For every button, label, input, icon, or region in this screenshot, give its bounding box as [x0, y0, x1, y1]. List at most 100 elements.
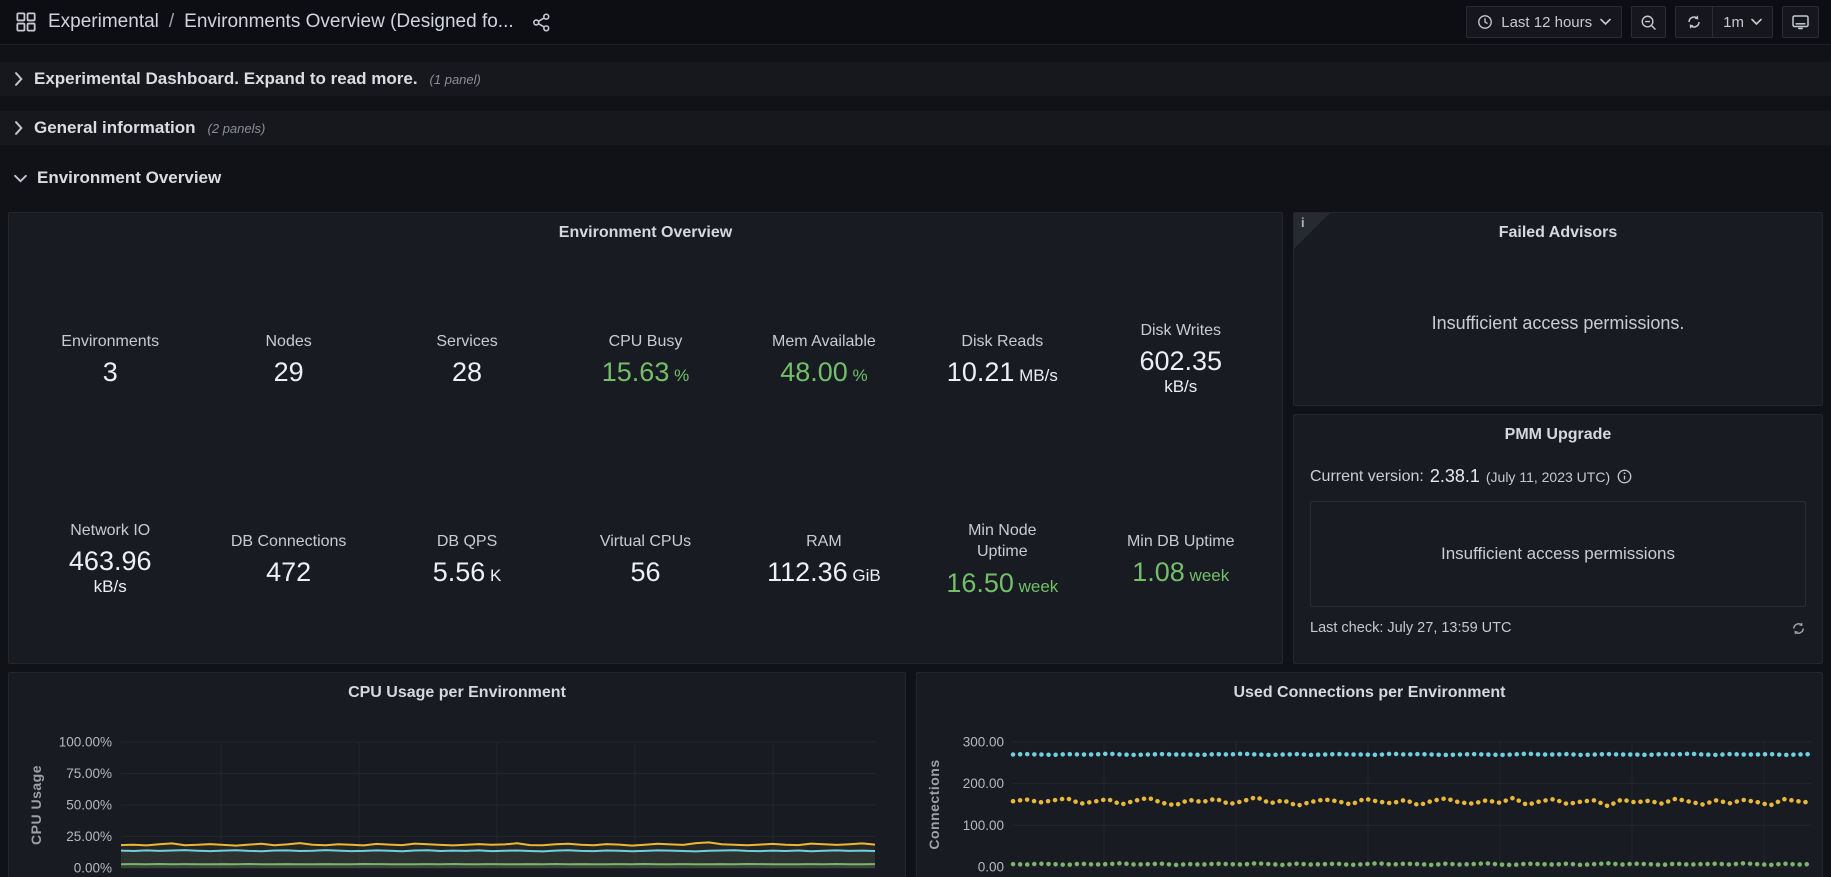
- refresh-icon: [1686, 14, 1702, 30]
- stat-label: Mem Available: [772, 331, 876, 353]
- stat-value: 112.36 GiB: [767, 557, 881, 587]
- row-title: General information: [34, 118, 196, 138]
- stat-value: 5.56 K: [433, 557, 502, 587]
- pmm-upgrade-message: Insufficient access permissions: [1441, 544, 1675, 564]
- monitor-kiosk-icon: [1791, 13, 1810, 31]
- stat-label: Virtual CPUs: [600, 531, 691, 553]
- used-connections-per-environment-panel: Used Connections per Environment 0.00 100…: [916, 672, 1823, 877]
- stat-network-io: Network IO463.96kB/s: [21, 499, 199, 619]
- version-number: 2.38.1: [1430, 466, 1480, 487]
- chevron-down-icon: [14, 174, 27, 183]
- sync-icon[interactable]: [1791, 621, 1806, 636]
- pmm-upgrade-footer: Last check: July 27, 13:59 UTC: [1310, 620, 1806, 636]
- used-connections-per-environment-plot[interactable]: 0.00100.00200.00300.00Connections: [917, 709, 1822, 877]
- stat-mem-available: Mem Available 48.00 %: [735, 299, 913, 419]
- stat-value: 602.35kB/s: [1139, 346, 1222, 398]
- failed-advisors-panel: i Failed Advisors Insufficient access pe…: [1293, 212, 1823, 406]
- version-label: Current version:: [1310, 468, 1424, 486]
- stat-min-db-uptime: Min DB Uptime 1.08 week: [1092, 499, 1270, 619]
- stat-ram: RAM 112.36 GiB: [735, 499, 913, 619]
- series-line-yellow-env: [121, 842, 875, 845]
- row-panel-count: (1 panel): [430, 72, 481, 87]
- cpu-usage-per-environment-panel: CPU Usage per Environment 0.00%25.00%50.…: [8, 672, 906, 877]
- panel-info-corner-icon[interactable]: i: [1294, 213, 1330, 249]
- dashboard-toolbar: Last 12 hours 1m: [1466, 6, 1819, 38]
- panel-title[interactable]: Failed Advisors: [1294, 213, 1822, 242]
- last-check-label: Last check: July 27, 13:59 UTC: [1310, 620, 1512, 636]
- refresh-interval-label: 1m: [1723, 14, 1744, 31]
- series-line-light-blue-env: [121, 850, 875, 851]
- breadcrumb-separator: /: [169, 11, 174, 33]
- failed-advisors-message: Insufficient access permissions.: [1294, 242, 1822, 405]
- series-points-green-env: [1013, 863, 1811, 865]
- kiosk-mode-button[interactable]: [1782, 6, 1819, 38]
- time-range-label: Last 12 hours: [1501, 14, 1592, 31]
- stat-value: 463.96kB/s: [69, 546, 152, 598]
- y-axis-tick-label: 0.00: [978, 860, 1004, 875]
- stat-disk-writes: Disk Writes 602.35kB/s: [1092, 299, 1270, 419]
- row-title: Experimental Dashboard. Expand to read m…: [34, 69, 418, 89]
- row-experimental-dashboard[interactable]: Experimental Dashboard. Expand to read m…: [0, 62, 1831, 96]
- share-alt-icon[interactable]: [528, 8, 556, 36]
- stat-services: Services28: [378, 299, 556, 419]
- chevron-right-icon: [14, 121, 24, 135]
- pmm-upgrade-message-box: Insufficient access permissions: [1310, 501, 1806, 607]
- apps-grid-icon[interactable]: [12, 8, 40, 36]
- stat-label: DB QPS: [437, 531, 497, 553]
- stat-value: 15.63 %: [602, 357, 689, 387]
- breadcrumb: Experimental / Environments Overview (De…: [48, 11, 514, 33]
- stats-row-2: Network IO463.96kB/sDB Connections472DB …: [21, 499, 1270, 619]
- stat-label: CPU Busy: [609, 331, 683, 353]
- refresh-interval-dropdown[interactable]: 1m: [1712, 7, 1772, 37]
- zoom-out-icon: [1640, 14, 1657, 31]
- breadcrumb-folder[interactable]: Experimental: [48, 11, 159, 33]
- environment-overview-panel: Environment Overview Environments3 Nodes 2…: [8, 212, 1283, 664]
- stat-nodes: Nodes 29: [199, 299, 377, 419]
- y-axis-tick-label: 200.00: [963, 776, 1004, 791]
- stat-label: Services: [436, 331, 497, 353]
- stat-value: 1.08 week: [1132, 557, 1229, 587]
- stat-label: Disk Writes: [1140, 320, 1221, 342]
- stat-value: 10.21 MB/s: [947, 357, 1058, 387]
- panel-title[interactable]: PMM Upgrade: [1310, 415, 1806, 444]
- zoom-out-button[interactable]: [1631, 6, 1666, 38]
- row-panel-count: (2 panels): [208, 121, 266, 136]
- row-environment-overview[interactable]: Environment Overview: [14, 164, 221, 192]
- y-axis-tick-label: 50.00%: [66, 798, 112, 813]
- stat-disk-reads: Disk Reads 10.21 MB/s: [913, 299, 1091, 419]
- row-general-information[interactable]: General information (2 panels): [0, 111, 1831, 145]
- stat-label: RAM: [806, 531, 842, 553]
- grafana-dashboard: { "navbar": { "breadcrumb_root": "Experi…: [0, 0, 1831, 877]
- stat-label: Min DB Uptime: [1127, 531, 1235, 553]
- clock-icon: [1477, 14, 1493, 30]
- y-axis-tick-label: 100.00: [963, 818, 1004, 833]
- panel-title[interactable]: Environment Overview: [9, 213, 1282, 242]
- time-range-picker[interactable]: Last 12 hours: [1466, 6, 1622, 38]
- breadcrumb-dashboard-title[interactable]: Environments Overview (Designed fo...: [184, 11, 513, 33]
- cpu-usage-per-environment-plot[interactable]: 0.00%25.00%50.00%75.00%100.00%CPU Usage: [9, 709, 905, 877]
- stat-value: 472: [266, 557, 311, 587]
- series-points-yellow-env: [1013, 797, 1811, 806]
- stat-value: 16.50 week: [946, 568, 1058, 598]
- version-date: (July 11, 2023 UTC): [1486, 469, 1610, 485]
- stat-db-connections: DB Connections472: [199, 499, 377, 619]
- pmm-upgrade-panel: PMM Upgrade Current version: 2.38.1 (Jul…: [1293, 414, 1823, 664]
- stat-label: Environments: [61, 331, 159, 353]
- navbar: Experimental / Environments Overview (De…: [0, 0, 1831, 45]
- panel-title[interactable]: CPU Usage per Environment: [9, 673, 905, 702]
- y-axis-tick-label: 75.00%: [66, 766, 112, 781]
- stat-value: 29: [274, 357, 304, 387]
- refresh-button[interactable]: [1676, 7, 1712, 37]
- info-circle-icon[interactable]: [1616, 468, 1633, 485]
- row-title: Environment Overview: [37, 168, 221, 188]
- stat-value: 48.00 %: [780, 357, 867, 387]
- stat-environments: Environments3: [21, 299, 199, 419]
- series-points-light-blue-env: [1013, 754, 1811, 755]
- y-axis-tick-label: 25.00%: [66, 829, 112, 844]
- stat-label: Nodes: [266, 331, 312, 353]
- stat-db-qps: DB QPS 5.56 K: [378, 499, 556, 619]
- stat-label: Disk Reads: [961, 331, 1043, 353]
- y-axis-label: CPU Usage: [28, 765, 44, 845]
- panel-title[interactable]: Used Connections per Environment: [917, 673, 1822, 702]
- y-axis-tick-label: 100.00%: [59, 735, 112, 750]
